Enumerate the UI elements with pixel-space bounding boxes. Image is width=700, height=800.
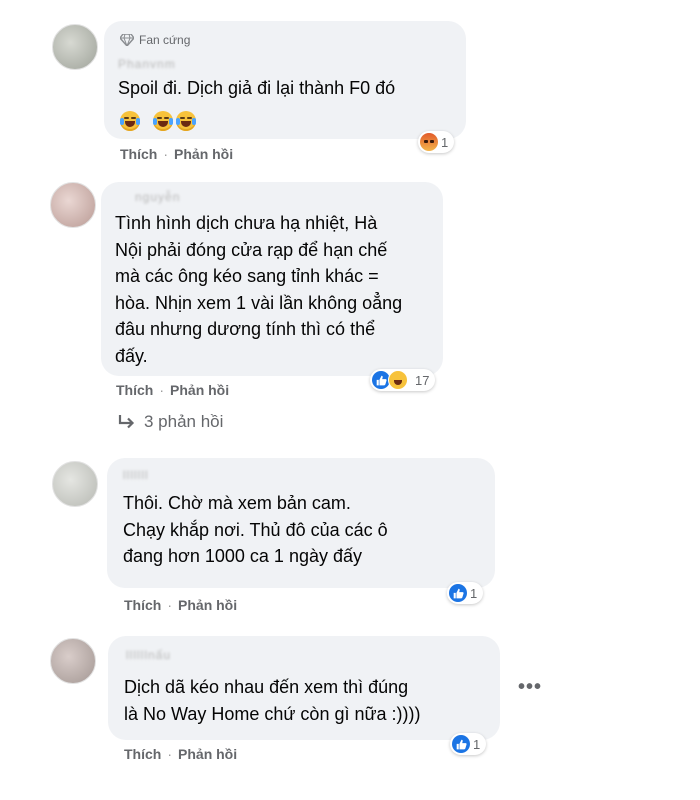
view-replies-link[interactable]: 3 phản hồi: [118, 412, 223, 432]
reaction-summary[interactable]: 1: [450, 733, 487, 755]
comment-text: Thôi. Chờ mà xem bản cam. Chạy khắp nơi.…: [123, 493, 388, 566]
like-button[interactable]: Thích: [124, 597, 161, 613]
laughing-crying-emoji-icon: [153, 111, 173, 131]
emoji-row: [120, 111, 196, 131]
reply-button[interactable]: Phản hồi: [178, 597, 237, 613]
comment-text: Tình hình dịch chưa hạ nhiệt, Hà Nội phả…: [115, 213, 403, 366]
like-button[interactable]: Thích: [124, 746, 161, 762]
comment-bubble: Fan cứng Phanvnm Spoil đi. Dịch giả đi l…: [104, 21, 466, 139]
laughing-crying-emoji-icon: [120, 111, 140, 131]
comment-actions: Thích · Phản hồi: [124, 597, 238, 613]
comment-author[interactable]: llllllnấu: [126, 648, 171, 662]
avatar[interactable]: [52, 461, 98, 507]
avatar[interactable]: [50, 182, 96, 228]
laughing-crying-emoji-icon: [176, 111, 196, 131]
replies-count-label: 3 phản hồi: [144, 412, 224, 431]
reaction-summary[interactable]: 17: [370, 369, 436, 391]
reply-button[interactable]: Phản hồi: [178, 746, 237, 762]
reply-button[interactable]: Phản hồi: [170, 382, 229, 398]
more-options-icon[interactable]: •••: [518, 676, 542, 699]
angry-reaction-icon: [420, 133, 438, 151]
reaction-count: 1: [470, 585, 478, 601]
comment-author[interactable]: Phanvnm: [118, 57, 176, 71]
diamond-icon: [120, 34, 134, 46]
reply-button[interactable]: Phản hồi: [174, 146, 233, 162]
reply-arrow-icon: [118, 415, 135, 429]
like-button[interactable]: Thích: [116, 382, 153, 398]
comment-actions: Thích · Phản hồi: [120, 146, 234, 162]
comment-author[interactable]: lllllll: [123, 468, 149, 482]
avatar[interactable]: [50, 638, 96, 684]
avatar[interactable]: [52, 24, 98, 70]
reaction-count: 17: [415, 372, 430, 388]
comment-author[interactable]: nguyễn: [135, 190, 180, 204]
fan-badge: Fan cứng: [120, 33, 190, 47]
reaction-count: 1: [473, 736, 481, 752]
reaction-count: 1: [441, 134, 449, 150]
reaction-summary[interactable]: 1: [418, 131, 455, 153]
comment-text: Spoil đi. Dịch giả đi lại thành F0 đó: [118, 78, 396, 98]
comment-bubble: lllllll Thôi. Chờ mà xem bản cam. Chạy k…: [107, 458, 495, 588]
like-icon: [449, 584, 467, 602]
comment-bubble: llllllnấu Dịch dã kéo nhau đến xem thì đ…: [108, 636, 500, 740]
comment-text: Dịch dã kéo nhau đến xem thì đúng là No …: [124, 677, 421, 724]
like-button[interactable]: Thích: [120, 146, 157, 162]
comment-actions: Thích · Phản hồi: [116, 382, 230, 398]
haha-reaction-icon: [388, 370, 408, 390]
comment-actions: Thích · Phản hồi: [124, 746, 238, 762]
comment-bubble: nguyễn Tình hình dịch chưa hạ nhiệt, Hà …: [101, 182, 443, 376]
badge-label: Fan cứng: [139, 33, 191, 47]
like-icon: [452, 735, 470, 753]
reaction-summary[interactable]: 1: [447, 582, 484, 604]
